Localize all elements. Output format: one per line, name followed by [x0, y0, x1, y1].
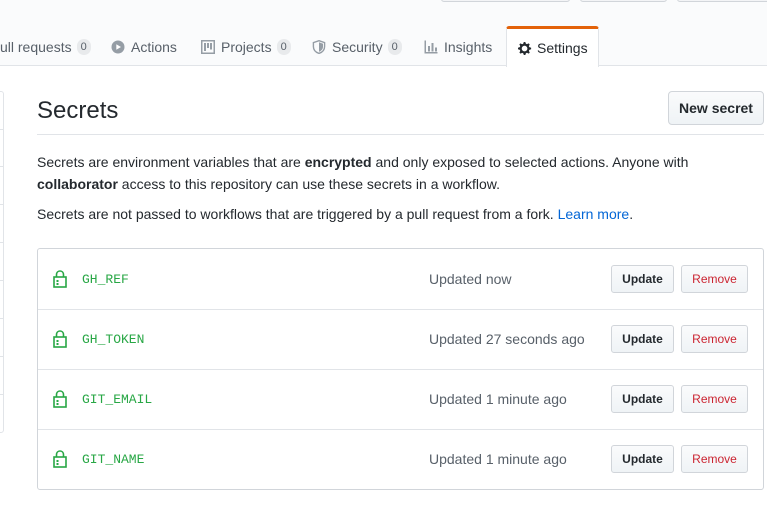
lock-icon [53, 390, 67, 408]
fork-note-end: . [629, 206, 634, 222]
tab-projects[interactable]: Projects 0 [201, 36, 291, 58]
sidebar-divider [0, 356, 4, 357]
remove-button[interactable]: Remove [681, 325, 748, 353]
sidebar-divider [0, 166, 4, 167]
sidebar-divider [0, 204, 4, 205]
tab-insights[interactable]: Insights [424, 36, 492, 58]
intro-text: access to this repository can use these … [117, 176, 500, 192]
page-title: Secrets [37, 97, 119, 124]
tab-security[interactable]: Security 0 [312, 36, 402, 58]
sidebar-divider [0, 242, 4, 243]
secret-updated: Updated 27 seconds ago [429, 331, 585, 347]
secret-name: GIT_EMAIL [82, 392, 153, 407]
graph-icon [424, 40, 438, 54]
tab-label: Insights [444, 39, 493, 55]
lock-icon [53, 330, 67, 348]
tab-label: Settings [537, 40, 588, 56]
shield-icon [312, 40, 326, 54]
fork-note-text: Secrets are not passed to workflows that… [37, 206, 558, 222]
projects-counter: 0 [276, 39, 291, 55]
security-counter: 0 [387, 39, 402, 55]
tab-label: Actions [131, 39, 177, 55]
tab-label: Projects [221, 39, 272, 55]
repo-nav-bar: ull requests 0 Actions Projects 0 Securi… [0, 0, 767, 66]
list-item: GIT_NAME Updated 1 minute ago Update Rem… [38, 429, 763, 489]
list-item: GIT_EMAIL Updated 1 minute ago Update Re… [38, 369, 763, 429]
secret-updated: Updated now [429, 271, 512, 287]
secret-name: GH_TOKEN [82, 332, 145, 347]
gear-icon [518, 41, 533, 56]
secret-name: GH_REF [82, 272, 129, 287]
update-button[interactable]: Update [611, 385, 674, 413]
star-button[interactable] [580, 0, 667, 2]
fork-button[interactable] [677, 0, 767, 2]
tab-settings[interactable]: Settings [506, 26, 599, 67]
remove-button[interactable]: Remove [681, 265, 748, 293]
play-icon [111, 40, 125, 54]
remove-button[interactable]: Remove [681, 385, 748, 413]
tab-pull-requests[interactable]: ull requests 0 [0, 36, 91, 58]
learn-more-link[interactable]: Learn more [558, 206, 630, 222]
secrets-list: GH_REF Updated now Update Remove GH_TOKE… [37, 248, 764, 490]
sidebar-divider [0, 129, 4, 130]
secret-name: GIT_NAME [82, 452, 145, 467]
list-item: GH_REF Updated now Update Remove [38, 249, 763, 309]
lock-icon [53, 270, 67, 288]
sidebar-divider [0, 280, 4, 281]
pull-requests-counter: 0 [76, 39, 91, 55]
project-icon [201, 40, 215, 54]
intro-bold-collaborator: collaborator [37, 176, 118, 192]
title-divider [37, 134, 764, 135]
intro-text: and only exposed to selected actions. An… [371, 154, 689, 170]
sidebar-divider [0, 318, 4, 319]
update-button[interactable]: Update [611, 445, 674, 473]
fork-note: Secrets are not passed to workflows that… [37, 203, 767, 225]
secret-updated: Updated 1 minute ago [429, 451, 567, 467]
intro-bold-encrypted: encrypted [304, 154, 372, 170]
sidebar-divider [0, 394, 4, 395]
tab-actions[interactable]: Actions [111, 36, 177, 58]
secret-updated: Updated 1 minute ago [429, 391, 567, 407]
tab-label: ull requests [0, 39, 72, 55]
list-item: GH_TOKEN Updated 27 seconds ago Update R… [38, 309, 763, 369]
new-secret-button[interactable]: New secret [668, 91, 764, 125]
update-button[interactable]: Update [611, 325, 674, 353]
lock-icon [53, 450, 67, 468]
intro-text: Secrets are environment variables that a… [37, 154, 305, 170]
secrets-description: Secrets are environment variables that a… [37, 151, 767, 195]
update-button[interactable]: Update [611, 265, 674, 293]
settings-sidebar [0, 91, 4, 433]
remove-button[interactable]: Remove [681, 445, 748, 473]
tab-label: Security [332, 39, 383, 55]
watch-button[interactable] [441, 0, 570, 2]
